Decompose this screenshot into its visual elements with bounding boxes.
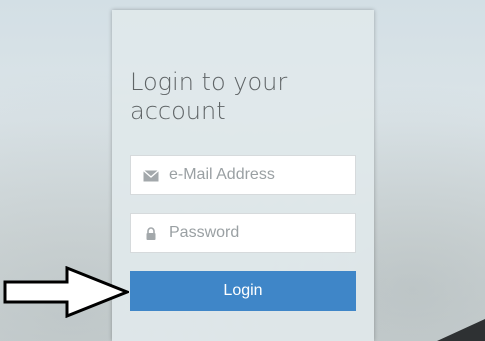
login-card: Login to your account Login — [112, 10, 374, 341]
envelope-icon — [143, 168, 159, 184]
password-field[interactable] — [130, 213, 356, 253]
right-arrow-icon — [3, 266, 129, 318]
background-corner-shape — [437, 319, 485, 341]
email-field[interactable] — [130, 155, 356, 195]
email-input[interactable] — [169, 156, 349, 194]
login-button[interactable]: Login — [130, 271, 356, 311]
login-title: Login to your account — [130, 68, 288, 125]
password-input[interactable] — [169, 214, 349, 252]
lock-icon — [143, 226, 159, 242]
